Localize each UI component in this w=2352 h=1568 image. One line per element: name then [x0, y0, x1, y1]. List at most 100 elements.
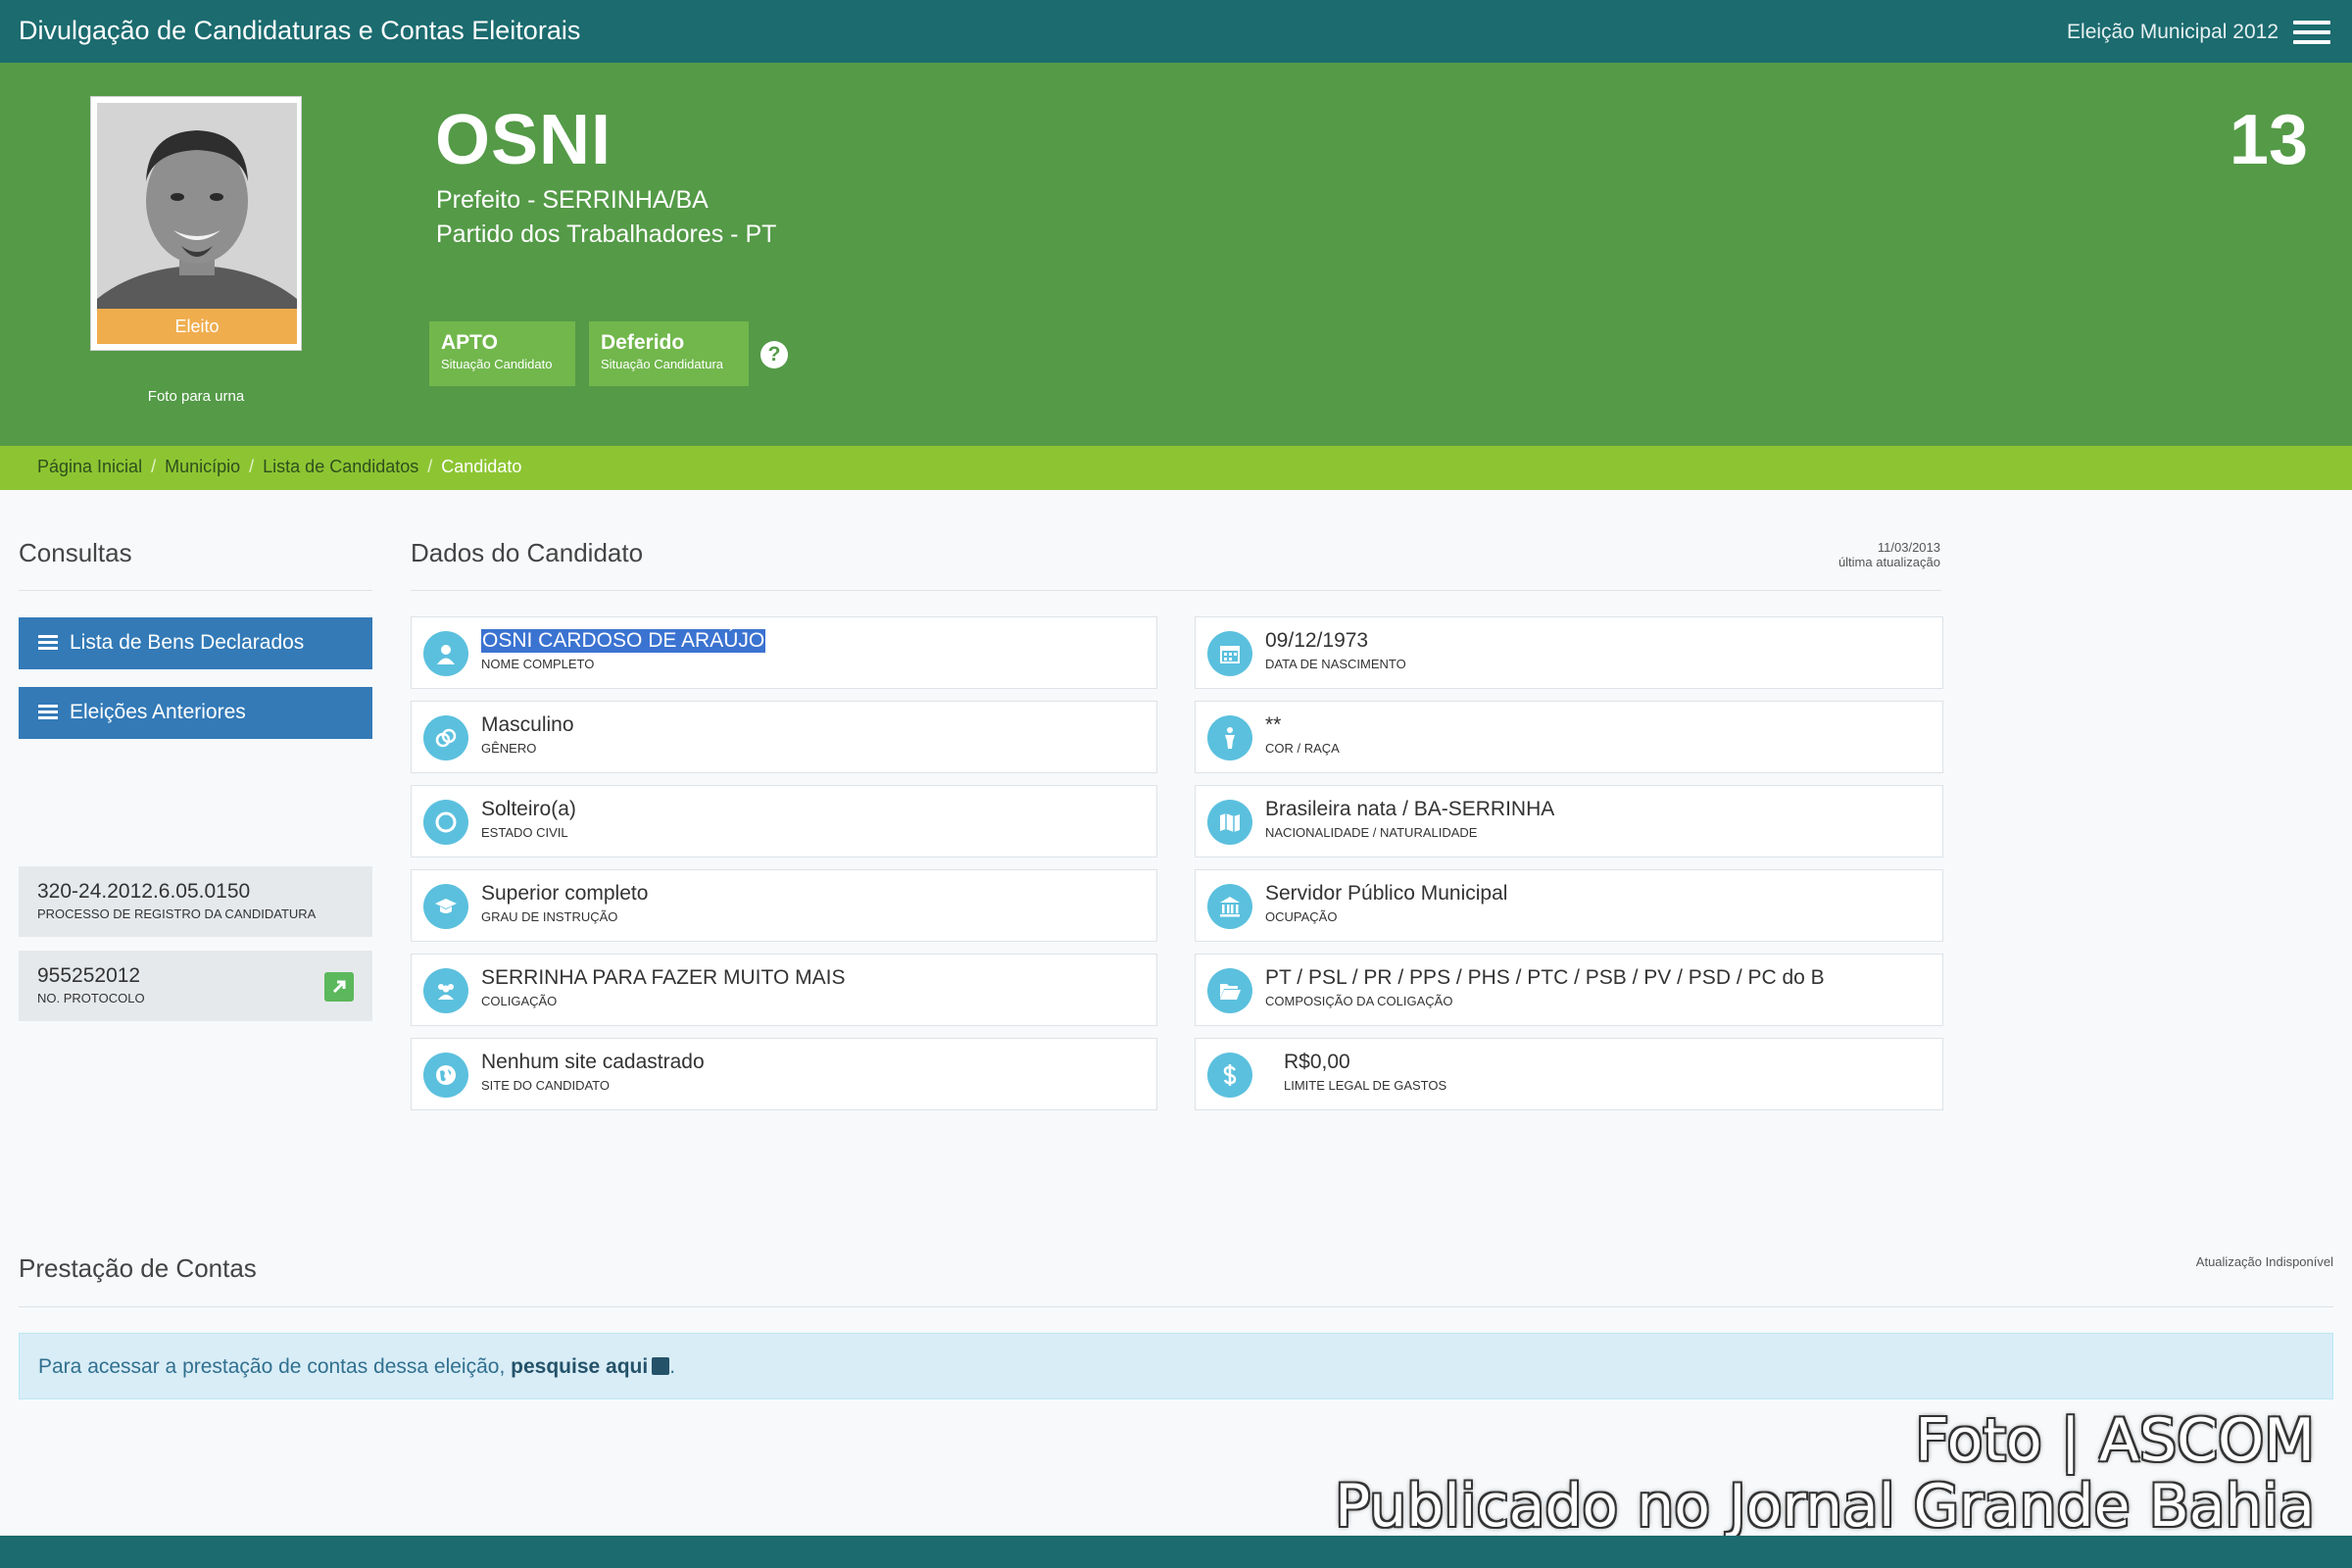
main-title: Dados do Candidato [411, 538, 644, 567]
breadcrumb-current: Candidato [441, 457, 522, 476]
field-label: OCUPAÇÃO [1265, 909, 1338, 924]
user-icon [423, 631, 468, 676]
breadcrumb-home[interactable]: Página Inicial [37, 457, 142, 476]
protocol-label: NO. PROTOCOLO [37, 991, 145, 1005]
field-value: 09/12/1973 [1265, 629, 1369, 652]
status-candidacy-value: Deferido [601, 331, 685, 354]
status-candidate-badge: APTO Situação Candidato [429, 321, 575, 386]
candidate-number: 13 [2229, 101, 2308, 179]
field-label: ESTADO CIVIL [481, 825, 568, 840]
assets-list-label: Lista de Bens Declarados [70, 631, 305, 654]
watermark-publisher: Publicado no Jornal Grande Bahia [1335, 1472, 2315, 1541]
accounts-alert: Para acessar a prestação de contas dessa… [19, 1333, 2333, 1399]
institution-icon [1207, 884, 1252, 929]
field-label: DATA DE NASCIMENTO [1265, 657, 1406, 671]
field-value: Brasileira nata / BA-SERRINHA [1265, 798, 1555, 820]
search-here-link[interactable]: pesquise aqui [511, 1355, 648, 1378]
field-race: ** COR / RAÇA [1195, 701, 1943, 773]
field-occupation: Servidor Público Municipal OCUPAÇÃO [1195, 869, 1943, 942]
globe-icon [423, 1053, 468, 1098]
field-label: LIMITE LEGAL DE GASTOS [1284, 1078, 1447, 1093]
sidebar-divider [19, 590, 372, 591]
previous-elections-label: Eleições Anteriores [70, 701, 246, 723]
last-updated-date: 11/03/2013 [1877, 540, 1940, 555]
field-coalition: SERRINHA PARA FAZER MUITO MAIS COLIGAÇÃO [411, 954, 1157, 1026]
gender-icon [423, 715, 468, 760]
accounts-title: Prestação de Contas [19, 1253, 257, 1283]
status-candidate-value: APTO [441, 331, 498, 354]
accounts-divider [19, 1306, 2333, 1307]
app-title[interactable]: Divulgação de Candidaturas e Contas Elei… [19, 16, 580, 46]
field-value: R$0,00 [1284, 1051, 1350, 1073]
field-label: GRAU DE INSTRUÇÃO [481, 909, 618, 924]
candidate-header: Eleito Foto para urna OSNI Prefeito - SE… [0, 63, 2352, 446]
footer-bar [0, 1536, 2352, 1568]
election-label: Eleição Municipal 2012 [2067, 21, 2278, 43]
field-value: Solteiro(a) [481, 798, 576, 820]
candidate-party: Partido dos Trabalhadores - PT [436, 220, 777, 248]
field-spending-limit: R$0,00 LIMITE LEGAL DE GASTOS [1195, 1038, 1943, 1110]
field-value: OSNI CARDOSO DE ARAÚJO [481, 629, 766, 653]
protocol-value: 955252012 [37, 964, 141, 987]
status-candidacy-label: Situação Candidatura [601, 357, 724, 371]
field-label: COLIGAÇÃO [481, 994, 558, 1008]
field-value: ** [1265, 713, 1282, 736]
field-value: SERRINHA PARA FAZER MUITO MAIS [481, 966, 846, 989]
field-website: Nenhum site cadastrado SITE DO CANDIDATO [411, 1038, 1157, 1110]
graduation-cap-icon [423, 884, 468, 929]
calendar-icon [1207, 631, 1252, 676]
breadcrumb-municipality[interactable]: Município [165, 457, 240, 476]
external-link-icon[interactable] [324, 972, 354, 1002]
group-icon [423, 968, 468, 1013]
field-birth-date: 09/12/1973 DATA DE NASCIMENTO [1195, 616, 1943, 689]
field-label: COR / RAÇA [1265, 741, 1340, 756]
ring-icon [423, 800, 468, 845]
status-candidacy-badge: Deferido Situação Candidatura [589, 321, 749, 386]
field-education: Superior completo GRAU DE INSTRUÇÃO [411, 869, 1157, 942]
field-value: Masculino [481, 713, 574, 736]
field-marital-status: Solteiro(a) ESTADO CIVIL [411, 785, 1157, 858]
process-number-label: PROCESSO DE REGISTRO DA CANDIDATURA [37, 906, 317, 921]
last-updated-label: última atualização [1838, 555, 1940, 569]
last-updated: 11/03/2013 última atualização [1838, 540, 1940, 569]
candidate-name: OSNI [435, 101, 612, 179]
field-value: Servidor Público Municipal [1265, 882, 1508, 905]
field-label: GÊNERO [481, 741, 537, 756]
accounts-text: Para acessar a prestação de contas dessa… [38, 1355, 506, 1378]
list-icon [38, 705, 58, 720]
field-label: SITE DO CANDIDATO [481, 1078, 610, 1093]
candidate-office: Prefeito - SERRINHA/BA [436, 186, 709, 214]
folder-open-icon [1207, 968, 1252, 1013]
candidate-photo-frame: Eleito [90, 96, 302, 351]
dollar-icon [1207, 1053, 1252, 1098]
external-link-icon[interactable] [652, 1357, 670, 1375]
field-nationality: Brasileira nata / BA-SERRINHA NACIONALID… [1195, 785, 1943, 858]
top-bar: Divulgação de Candidaturas e Contas Elei… [0, 0, 2352, 63]
accounts-status: Atualização Indisponível [2195, 1254, 2333, 1269]
photo-caption: Foto para urna [147, 388, 245, 405]
status-candidate-label: Situação Candidato [441, 357, 553, 371]
process-number-box: 320-24.2012.6.05.0150 PROCESSO DE REGIST… [19, 866, 372, 937]
process-number-value: 320-24.2012.6.05.0150 [37, 880, 251, 903]
help-icon[interactable]: ? [760, 341, 788, 368]
protocol-box: 955252012 NO. PROTOCOLO [19, 951, 372, 1021]
assets-list-button[interactable]: Lista de Bens Declarados [19, 617, 372, 669]
breadcrumb-separator: / [249, 457, 255, 476]
field-label: NOME COMPLETO [481, 657, 595, 671]
field-full-name: OSNI CARDOSO DE ARAÚJO NOME COMPLETO [411, 616, 1157, 689]
accounts-end: . [669, 1355, 676, 1378]
breadcrumb-separator: / [427, 457, 433, 476]
field-value: Superior completo [481, 882, 649, 905]
field-label: NACIONALIDADE / NATURALIDADE [1265, 825, 1478, 840]
field-gender: Masculino GÊNERO [411, 701, 1157, 773]
field-coalition-parties: PT / PSL / PR / PPS / PHS / PTC / PSB / … [1195, 954, 1943, 1026]
list-icon [38, 635, 58, 651]
breadcrumb-candidate-list[interactable]: Lista de Candidatos [263, 457, 418, 476]
hamburger-menu-icon[interactable] [2293, 21, 2330, 44]
watermark-photo-credit: Foto | ASCOM [1915, 1406, 2315, 1475]
main-divider [411, 590, 1941, 591]
sidebar-title: Consultas [19, 538, 132, 567]
breadcrumb-separator: / [151, 457, 157, 476]
elected-badge: Eleito [97, 309, 297, 344]
previous-elections-button[interactable]: Eleições Anteriores [19, 687, 372, 739]
